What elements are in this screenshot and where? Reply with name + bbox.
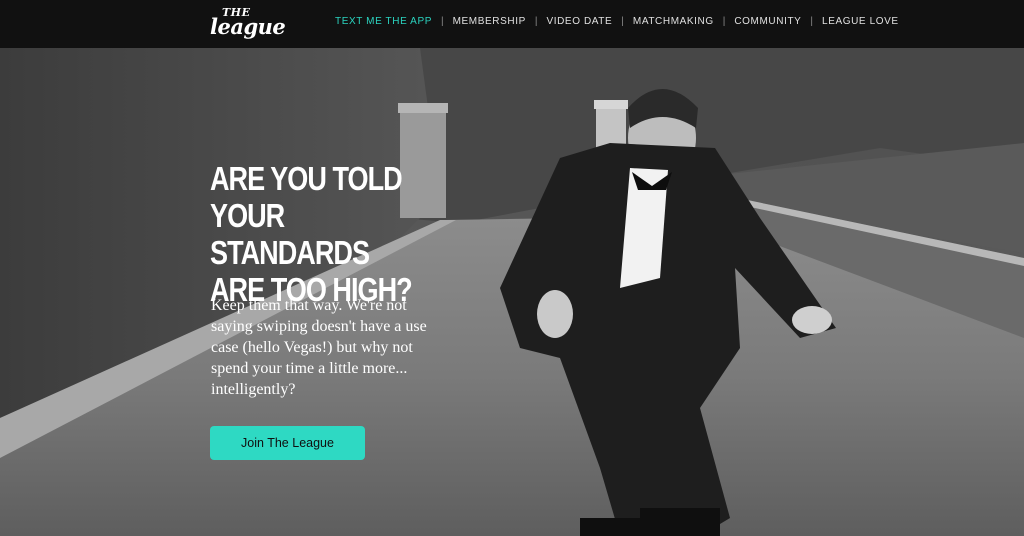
logo-league-text: league bbox=[210, 14, 286, 39]
hero-headline: ARE YOU TOLD YOUR STANDARDS ARE TOO HIGH… bbox=[210, 160, 423, 308]
join-the-league-button[interactable]: Join The League bbox=[210, 426, 365, 460]
nav-league-love[interactable]: LEAGUE LOVE bbox=[822, 16, 899, 27]
headline-line-1: ARE YOU TOLD bbox=[210, 160, 403, 197]
hero-body-text: Keep them that way. We're not saying swi… bbox=[211, 297, 427, 398]
nav-separator: | bbox=[810, 15, 814, 27]
hero-background-photo bbox=[0, 48, 1024, 536]
main-nav: TEXT ME THE APP | MEMBERSHIP | VIDEO DAT… bbox=[335, 14, 899, 28]
nav-separator: | bbox=[722, 15, 726, 27]
nav-text-me-the-app[interactable]: TEXT ME THE APP bbox=[335, 16, 432, 27]
league-logo[interactable]: THE league bbox=[210, 6, 286, 42]
headline-line-2: YOUR STANDARDS bbox=[210, 197, 370, 271]
top-nav-bar: THE league TEXT ME THE APP | MEMBERSHIP … bbox=[0, 0, 1024, 48]
nav-membership[interactable]: MEMBERSHIP bbox=[453, 16, 526, 27]
hero-section: ARE YOU TOLD YOUR STANDARDS ARE TOO HIGH… bbox=[0, 48, 1024, 536]
nav-matchmaking[interactable]: MATCHMAKING bbox=[633, 16, 714, 27]
nav-separator: | bbox=[621, 15, 624, 27]
nav-community[interactable]: COMMUNITY bbox=[734, 16, 801, 27]
nav-separator: | bbox=[441, 15, 444, 27]
nav-separator: | bbox=[534, 15, 538, 27]
nav-video-date[interactable]: VIDEO DATE bbox=[546, 16, 612, 27]
